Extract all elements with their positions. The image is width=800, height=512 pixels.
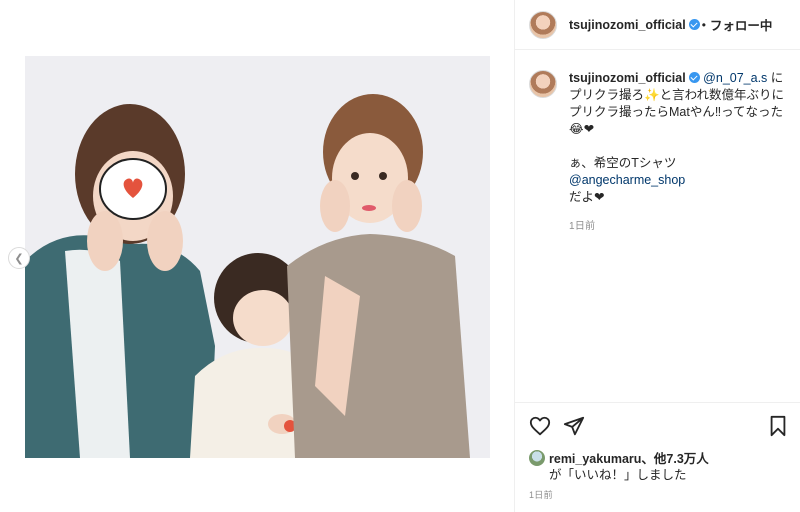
laugh-heart-emoji: 😂❤ bbox=[569, 122, 595, 136]
following-button[interactable]: フォロー中 bbox=[710, 15, 773, 34]
liker-avatar[interactable] bbox=[529, 450, 545, 466]
caption-text: tsujinozomi_official @n_07_a.s にプリクラ撮ろ✨と… bbox=[569, 70, 791, 235]
caption-text2-prefix: ぁ、希空のTシャツ bbox=[569, 156, 677, 170]
shop-mention-link[interactable]: @angecharme_shop bbox=[569, 173, 685, 187]
post-time: 1日前 bbox=[529, 490, 553, 500]
photo-illustration bbox=[25, 56, 490, 458]
caption-text2-suffix: だよ❤ bbox=[569, 190, 605, 204]
heart-icon[interactable] bbox=[529, 415, 551, 437]
likes-suffix: が「いいね！」しました bbox=[549, 468, 687, 482]
header-separator: • bbox=[701, 17, 706, 32]
bookmark-icon[interactable] bbox=[767, 415, 789, 437]
sparkle-emoji: ✨ bbox=[644, 88, 660, 102]
header-username[interactable]: tsujinozomi_official bbox=[569, 18, 686, 32]
likes-others[interactable]: 、他7.3万人 bbox=[641, 452, 708, 466]
action-bar bbox=[515, 402, 800, 446]
avatar[interactable] bbox=[529, 10, 557, 39]
paper-plane-icon[interactable] bbox=[563, 415, 585, 437]
post-header: tsujinozomi_official • フォロー中 bbox=[515, 0, 800, 50]
media-panel: ❮ bbox=[0, 0, 514, 512]
caption-time: 1日前 bbox=[569, 221, 596, 232]
post-sidebar: tsujinozomi_official • フォロー中 tsujinozomi… bbox=[514, 0, 800, 512]
likes-summary: remi_yakumaru、他7.3万人 が「いいね！」しました bbox=[529, 450, 709, 483]
post-photo[interactable] bbox=[25, 56, 490, 458]
caption-username[interactable]: tsujinozomi_official bbox=[569, 71, 686, 85]
verified-icon bbox=[688, 72, 700, 83]
liker-username[interactable]: remi_yakumaru bbox=[549, 452, 641, 466]
caption: tsujinozomi_official @n_07_a.s にプリクラ撮ろ✨と… bbox=[529, 70, 791, 235]
caption-avatar[interactable] bbox=[529, 70, 557, 98]
verified-icon bbox=[688, 19, 700, 30]
chevron-left-icon[interactable]: ❮ bbox=[8, 247, 30, 269]
mention-link[interactable]: @n_07_a.s bbox=[703, 71, 767, 85]
